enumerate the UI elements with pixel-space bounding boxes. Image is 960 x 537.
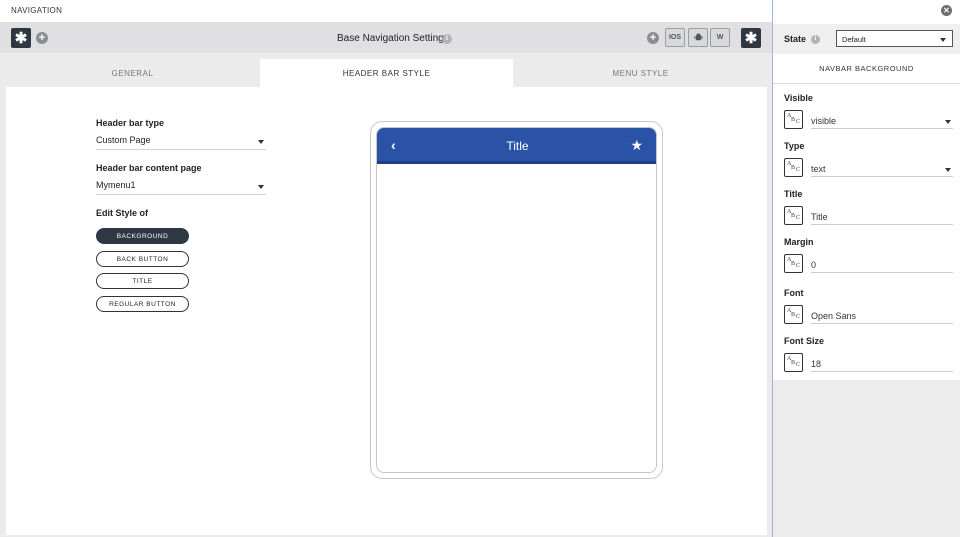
text-type-icon: ABC — [784, 110, 803, 129]
background-style-button[interactable]: BACKGROUND — [96, 228, 189, 244]
section-title: NAVBAR BACKGROUND — [773, 54, 960, 84]
close-icon[interactable]: ✕ — [941, 5, 952, 16]
info-icon[interactable]: i — [811, 35, 820, 44]
tab-general[interactable]: GENERAL — [6, 59, 259, 87]
phone-screen: ‹ Title ★ — [376, 127, 657, 473]
back-button-style-button[interactable]: BACK BUTTON — [96, 251, 189, 267]
properties-body: ✕ State i Default NAVBAR BACKGROUND Visi… — [773, 0, 960, 380]
toolbar: ✱ + Base Navigation Settings i + IOS W ✱ — [0, 22, 772, 53]
text-type-icon: ABC — [784, 158, 803, 177]
text-type-icon: ABC — [784, 206, 803, 225]
content-page-value: Mymenu1 — [96, 180, 136, 190]
plus-circle-icon[interactable]: + — [647, 32, 659, 44]
state-select[interactable]: Default — [836, 30, 953, 47]
title-bar: NAVIGATION — [0, 0, 772, 22]
state-label: State — [784, 34, 807, 44]
font-input[interactable]: Open Sans — [811, 306, 953, 324]
text-type-icon: ABC — [784, 305, 803, 324]
title-label: Title — [784, 189, 803, 199]
phone-preview: ‹ Title ★ — [370, 121, 663, 479]
margin-input[interactable]: 0 — [811, 255, 953, 273]
window-title: NAVIGATION — [11, 6, 63, 15]
properties-panel: ✕ State i Default NAVBAR BACKGROUND Visi… — [772, 0, 960, 537]
title-value: Title — [811, 212, 828, 222]
font-value: Open Sans — [811, 311, 857, 321]
tab-menu-style[interactable]: MENU STYLE — [514, 59, 767, 87]
text-type-icon: ABC — [784, 254, 803, 273]
margin-label: Margin — [784, 237, 814, 247]
header-bar-type-value: Custom Page — [96, 135, 151, 145]
visible-value: visible — [811, 116, 837, 126]
state-row: State i Default — [773, 24, 960, 54]
navbar-preview: ‹ Title ★ — [377, 128, 656, 164]
type-label: Type — [784, 141, 805, 151]
caret-down-icon — [945, 168, 951, 172]
visible-select[interactable]: visible — [811, 111, 953, 129]
content-panel: Header bar type Custom Page Header bar c… — [6, 87, 767, 535]
title-input[interactable]: Title — [811, 207, 953, 225]
margin-value: 0 — [811, 260, 817, 270]
ios-label: IOS — [668, 34, 682, 41]
star-icon: ★ — [630, 137, 643, 153]
type-select[interactable]: text — [811, 159, 953, 177]
android-platform-button[interactable] — [688, 28, 708, 47]
title-style-button[interactable]: TITLE — [96, 273, 189, 289]
android-icon — [693, 33, 703, 41]
asterisk-icon[interactable]: ✱ — [741, 28, 761, 48]
font-size-label: Font Size — [784, 336, 824, 346]
caret-down-icon — [940, 38, 946, 42]
page-title: Base Navigation Settings — [337, 33, 449, 44]
asterisk-icon[interactable]: ✱ — [11, 28, 31, 48]
caret-down-icon — [258, 140, 264, 144]
tab-header-bar-style[interactable]: HEADER BAR STYLE — [260, 59, 513, 87]
web-platform-button[interactable]: W — [710, 28, 730, 47]
tab-bar: GENERAL HEADER BAR STYLE MENU STYLE — [0, 59, 768, 87]
visible-label: Visible — [784, 93, 813, 103]
ios-platform-button[interactable]: IOS — [665, 28, 685, 47]
font-size-input[interactable]: 18 — [811, 354, 953, 372]
info-icon[interactable]: i — [442, 34, 452, 44]
regular-button-style-button[interactable]: REGULAR BUTTON — [96, 296, 189, 312]
header-bar-type-label: Header bar type — [96, 118, 165, 128]
type-value: text — [811, 164, 826, 174]
header-bar-type-select[interactable]: Custom Page — [96, 135, 266, 150]
caret-down-icon — [258, 185, 264, 189]
web-label: W — [716, 34, 724, 41]
text-type-icon: ABC — [784, 353, 803, 372]
edit-style-label: Edit Style of — [96, 208, 149, 218]
caret-down-icon — [945, 120, 951, 124]
plus-circle-icon[interactable]: + — [36, 32, 48, 44]
state-value: Default — [842, 35, 866, 44]
font-size-value: 18 — [811, 359, 822, 369]
content-page-label: Header bar content page — [96, 163, 202, 173]
font-label: Font — [784, 288, 804, 298]
main-area: NAVIGATION ✱ + Base Navigation Settings … — [0, 0, 772, 537]
content-page-select[interactable]: Mymenu1 — [96, 180, 266, 195]
navbar-title: Title — [506, 139, 529, 153]
